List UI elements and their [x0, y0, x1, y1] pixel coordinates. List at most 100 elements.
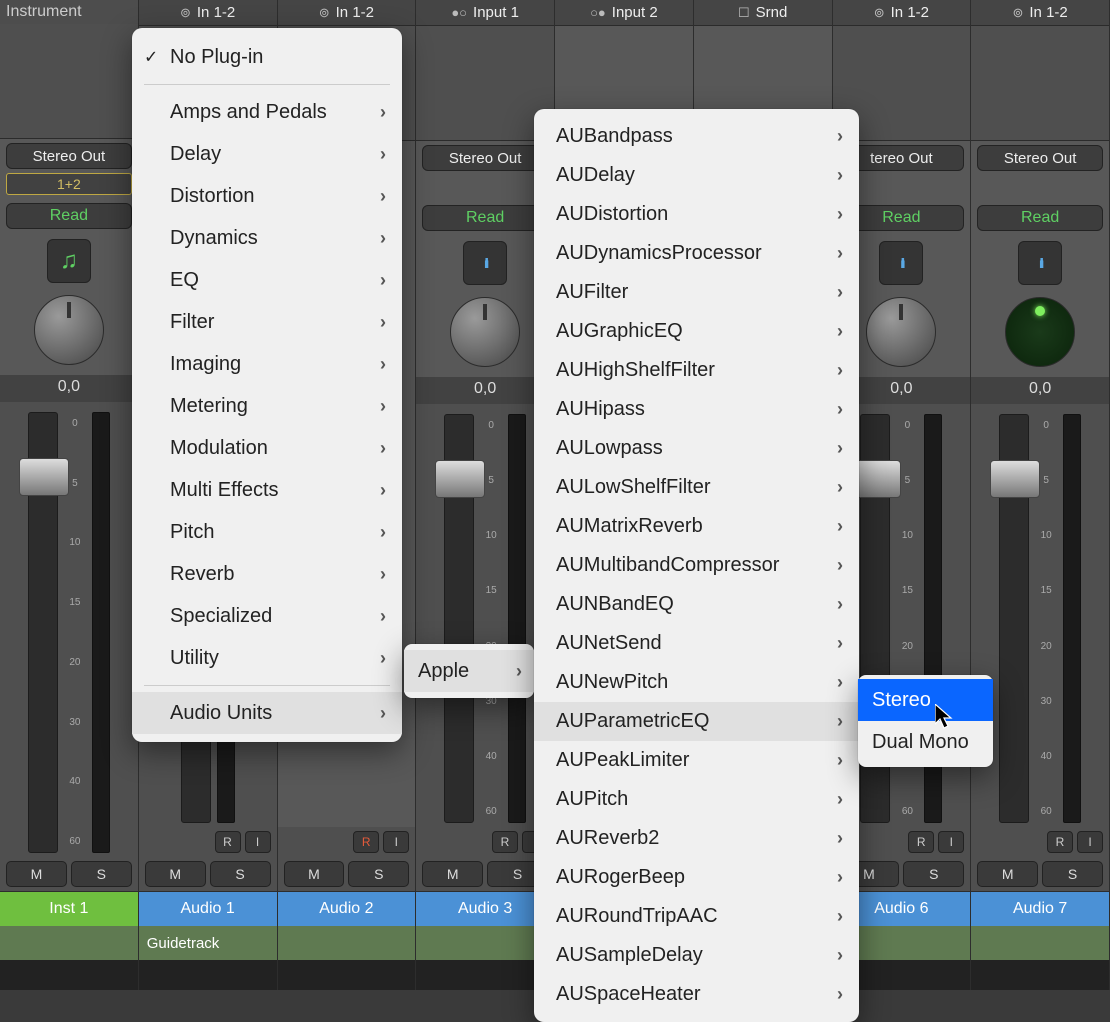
menu-item-augraphiceq[interactable]: AUGraphicEQ›: [534, 312, 859, 351]
menu-item-specialized[interactable]: Specialized›: [132, 595, 402, 637]
menu-item-eq[interactable]: EQ›: [132, 259, 402, 301]
group-cell[interactable]: [971, 926, 1109, 960]
surround-panner[interactable]: [1005, 297, 1075, 367]
insert-slots[interactable]: [0, 24, 138, 139]
menu-item-multi-effects[interactable]: Multi Effects›: [132, 469, 402, 511]
menu-item-auparametriceq[interactable]: AUParametricEQ›: [534, 702, 859, 741]
input-header[interactable]: ☐Srnd: [694, 0, 832, 26]
solo-button[interactable]: S: [348, 861, 409, 887]
pan-value[interactable]: 0,0: [971, 377, 1109, 404]
automation-read-button[interactable]: Read: [422, 205, 548, 231]
input-header[interactable]: ⊚In 1-2: [971, 0, 1109, 26]
solo-button[interactable]: S: [1042, 861, 1103, 887]
group-cell[interactable]: [0, 926, 138, 960]
mute-button[interactable]: M: [422, 861, 483, 887]
track-icon-wave[interactable]: ıllıllı: [1018, 241, 1062, 285]
menu-item-auhipass[interactable]: AUHipass›: [534, 390, 859, 429]
output-button[interactable]: Stereo Out: [422, 145, 548, 171]
menu-item-apple[interactable]: Apple›: [404, 650, 534, 692]
menu-item-stereo[interactable]: Stereo: [858, 679, 993, 721]
input-header[interactable]: ●○Input 1: [416, 0, 554, 26]
menu-item-modulation[interactable]: Modulation›: [132, 427, 402, 469]
solo-button[interactable]: S: [903, 861, 964, 887]
mute-button[interactable]: M: [977, 861, 1038, 887]
track-icon-wave[interactable]: ıllıllı: [879, 241, 923, 285]
menu-item-aulowshelffilter[interactable]: AULowShelfFilter›: [534, 468, 859, 507]
fader-cap[interactable]: [990, 460, 1040, 498]
mute-button[interactable]: M: [6, 861, 67, 887]
input-monitor-button[interactable]: I: [245, 831, 271, 853]
pan-knob[interactable]: [34, 295, 104, 365]
output-button[interactable]: Stereo Out: [6, 143, 132, 169]
volume-fader[interactable]: [28, 412, 58, 853]
volume-fader[interactable]: [999, 414, 1029, 823]
instrument-label[interactable]: Instrument: [0, 0, 138, 24]
track-name[interactable]: Audio 1: [139, 892, 277, 926]
menu-item-filter[interactable]: Filter›: [132, 301, 402, 343]
menu-item-metering[interactable]: Metering›: [132, 385, 402, 427]
mute-button[interactable]: M: [284, 861, 345, 887]
menu-item-distortion[interactable]: Distortion›: [132, 175, 402, 217]
track-icon-music[interactable]: ♫: [47, 239, 91, 283]
bus-assignment[interactable]: 1+2: [6, 173, 132, 195]
menu-item-auhighshelffilter[interactable]: AUHighShelfFilter›: [534, 351, 859, 390]
record-enable-button[interactable]: R: [908, 831, 934, 853]
group-cell[interactable]: [278, 926, 416, 960]
record-enable-button[interactable]: R: [492, 831, 518, 853]
menu-item-aulowpass[interactable]: AULowpass›: [534, 429, 859, 468]
menu-item-aureverb2[interactable]: AUReverb2›: [534, 819, 859, 858]
menu-item-audynamicsprocessor[interactable]: AUDynamicsProcessor›: [534, 234, 859, 273]
volume-fader[interactable]: [444, 414, 474, 823]
menu-item-no-plugin[interactable]: ✓No Plug-in: [132, 36, 402, 78]
mute-button[interactable]: M: [145, 861, 206, 887]
input-monitor-button[interactable]: I: [383, 831, 409, 853]
group-cell[interactable]: Guidetrack: [139, 926, 277, 960]
input-monitor-button[interactable]: I: [938, 831, 964, 853]
menu-item-pitch[interactable]: Pitch›: [132, 511, 402, 553]
menu-item-aupeaklimiter[interactable]: AUPeakLimiter›: [534, 741, 859, 780]
output-button[interactable]: Stereo Out: [977, 145, 1103, 171]
fader-cap[interactable]: [19, 458, 69, 496]
record-enable-button[interactable]: R: [1047, 831, 1073, 853]
menu-item-imaging[interactable]: Imaging›: [132, 343, 402, 385]
input-header[interactable]: ⊚In 1-2: [139, 0, 277, 26]
au-vendor-menu[interactable]: Apple›: [404, 644, 534, 698]
insert-slots[interactable]: [971, 26, 1109, 141]
menu-item-dynamics[interactable]: Dynamics›: [132, 217, 402, 259]
menu-item-auroundtripaac[interactable]: AURoundTripAAC›: [534, 897, 859, 936]
menu-item-aunbandeq[interactable]: AUNBandEQ›: [534, 585, 859, 624]
menu-item-audio-units[interactable]: Audio Units›: [132, 692, 402, 734]
menu-item-aumultibandcompressor[interactable]: AUMultibandCompressor›: [534, 546, 859, 585]
menu-item-auspaceheater[interactable]: AUSpaceHeater›: [534, 975, 859, 1014]
input-header[interactable]: ○●Input 2: [555, 0, 693, 26]
pan-knob[interactable]: [450, 297, 520, 367]
track-name[interactable]: Audio 7: [971, 892, 1109, 926]
menu-item-ausampledelay[interactable]: AUSampleDelay›: [534, 936, 859, 975]
menu-item-dual-mono[interactable]: Dual Mono: [858, 721, 993, 763]
menu-item-audelay[interactable]: AUDelay›: [534, 156, 859, 195]
menu-item-reverb[interactable]: Reverb›: [132, 553, 402, 595]
menu-item-aunetsend[interactable]: AUNetSend›: [534, 624, 859, 663]
record-enable-button[interactable]: R: [215, 831, 241, 853]
input-header[interactable]: ⊚In 1-2: [278, 0, 416, 26]
automation-read-button[interactable]: Read: [977, 205, 1103, 231]
record-enable-button[interactable]: R: [353, 831, 379, 853]
solo-button[interactable]: S: [71, 861, 132, 887]
menu-item-aupitch[interactable]: AUPitch›: [534, 780, 859, 819]
plugin-category-menu[interactable]: ✓No Plug-in Amps and Pedals› Delay› Dist…: [132, 28, 402, 742]
input-monitor-button[interactable]: I: [1077, 831, 1103, 853]
plugin-format-menu[interactable]: StereoDual Mono: [858, 675, 993, 767]
menu-item-aufilter[interactable]: AUFilter›: [534, 273, 859, 312]
track-name[interactable]: Audio 2: [278, 892, 416, 926]
menu-item-aurogerbeep[interactable]: AURogerBeep›: [534, 858, 859, 897]
menu-item-aunewpitch[interactable]: AUNewPitch›: [534, 663, 859, 702]
pan-knob[interactable]: [866, 297, 936, 367]
input-header[interactable]: ⊚In 1-2: [833, 0, 971, 26]
menu-item-aubandpass[interactable]: AUBandpass›: [534, 117, 859, 156]
fader-cap[interactable]: [435, 460, 485, 498]
solo-button[interactable]: S: [210, 861, 271, 887]
au-plugin-menu[interactable]: AUBandpass›AUDelay›AUDistortion›AUDynami…: [534, 109, 859, 1022]
track-icon-wave[interactable]: ıllıllı: [463, 241, 507, 285]
menu-item-utility[interactable]: Utility›: [132, 637, 402, 679]
menu-item-amps-and-pedals[interactable]: Amps and Pedals›: [132, 91, 402, 133]
